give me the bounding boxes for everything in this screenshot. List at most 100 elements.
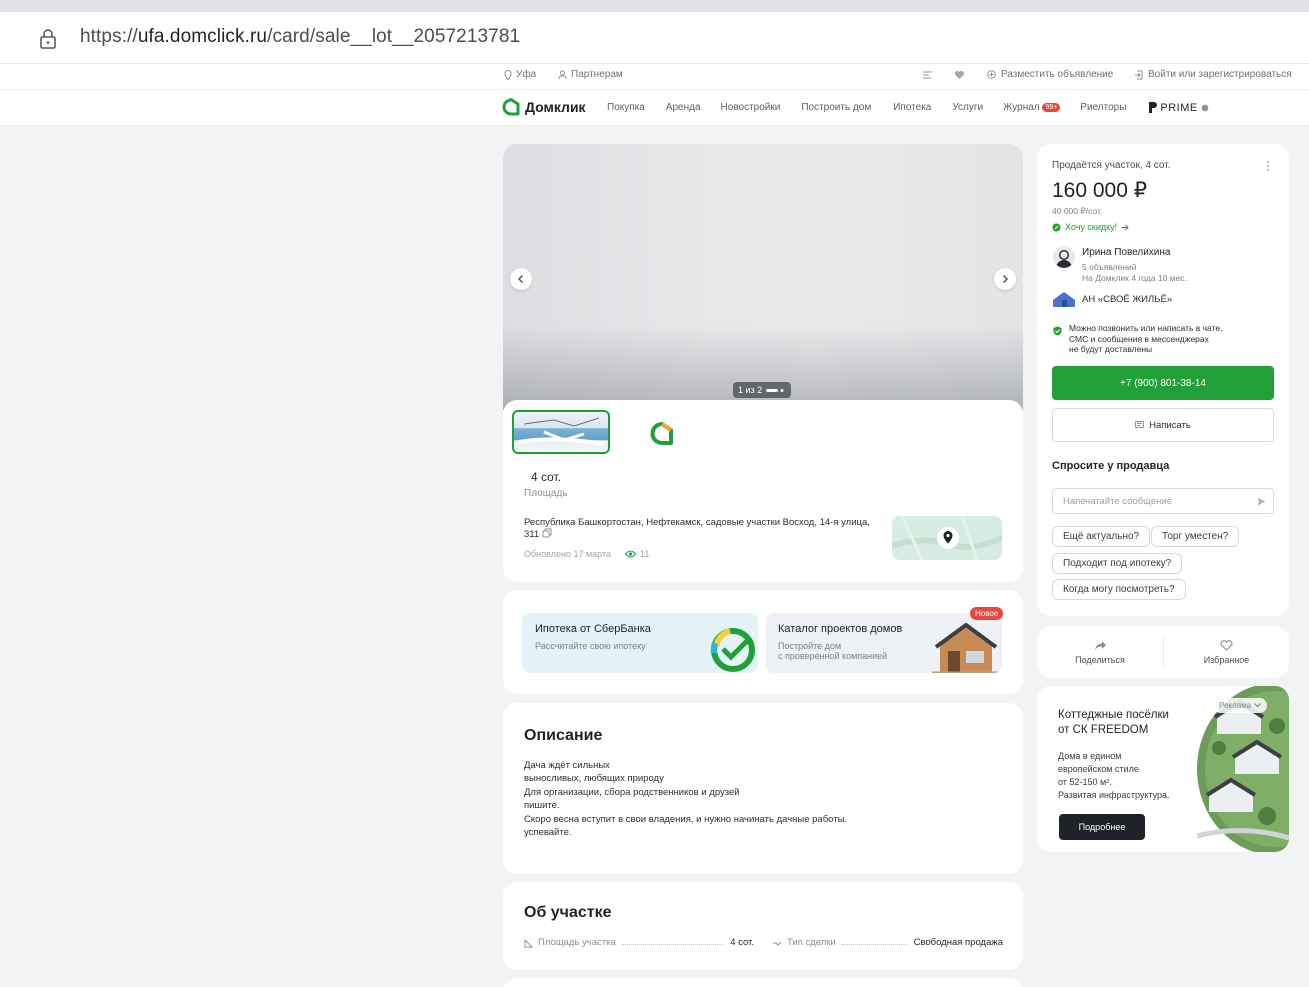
photo-gallery[interactable]: 1 из 2 xyxy=(503,144,1023,410)
ad-text: Дома в едином европейском стиле от 52-15… xyxy=(1058,750,1170,802)
price: 160 000 ₽ xyxy=(1052,179,1148,202)
discount-label: Хочу скидку! xyxy=(1065,222,1118,232)
domclick-placeholder-icon xyxy=(650,422,673,445)
url-text[interactable]: https://ufa.domclick.ru/card/sale__lot__… xyxy=(80,26,520,48)
nav-item-services[interactable]: Услуги xyxy=(952,102,983,113)
seller-avatar[interactable] xyxy=(1053,246,1075,268)
arrow-right-icon xyxy=(1121,224,1129,230)
favorite-button[interactable]: Избранное xyxy=(1164,626,1289,678)
photo-thumbnail-1[interactable] xyxy=(512,410,610,454)
more-options-icon[interactable] xyxy=(1266,160,1270,172)
logo[interactable]: Домклик xyxy=(502,98,586,116)
nav-item-realtors[interactable]: Риелторы xyxy=(1080,102,1126,113)
nav-item-build-house[interactable]: Построить дом xyxy=(801,102,871,113)
mortgage-promo[interactable]: Ипотека от СберБанка Рассчитайте свою ип… xyxy=(522,613,758,673)
catalog-promo[interactable]: Каталог проектов домов Постройте дом с п… xyxy=(766,613,1002,673)
description-line: Для организации, сбора родственников и д… xyxy=(524,786,740,798)
call-button[interactable]: +7 (900) 801-38-14 xyxy=(1052,366,1274,400)
copy-icon[interactable] xyxy=(542,528,552,538)
send-icon[interactable] xyxy=(1257,497,1266,506)
share-button[interactable]: Поделиться xyxy=(1037,626,1163,678)
photo-thumbnail-2[interactable] xyxy=(649,421,675,447)
catalog-promo-subtitle-2: с проверенной компанией xyxy=(778,651,888,661)
login-icon xyxy=(1135,70,1143,79)
views-count: 11 xyxy=(639,549,650,559)
promo-card: Ипотека от СберБанка Рассчитайте свою ип… xyxy=(503,590,1023,694)
favorites-header-icon[interactable] xyxy=(954,70,965,80)
chevron-left-icon xyxy=(517,274,524,284)
url-scheme: https:// xyxy=(80,26,138,47)
main-nav: Покупка Аренда Новостройки Построить дом… xyxy=(607,101,1209,114)
plus-circle-icon xyxy=(987,70,996,79)
login-link[interactable]: Войти или зарегистрироваться xyxy=(1134,69,1292,80)
listing-meta: Обновлено 17 марта 11 xyxy=(524,549,649,559)
nav-item-purchase[interactable]: Покупка xyxy=(607,102,645,113)
plot-title: Об участке xyxy=(524,904,612,921)
discount-link[interactable]: Хочу скидку! xyxy=(1052,222,1129,232)
site-header: Уфа Партнерам Разместить объявление Войт… xyxy=(0,64,1309,126)
partners-label: Партнерам xyxy=(571,69,623,80)
seller-name[interactable]: Ирина Повелихина xyxy=(1082,247,1170,258)
description-text: Дача ждёт сильных выносливых, любящих пр… xyxy=(524,759,847,839)
plot-area-label: Площадь участка xyxy=(538,937,616,948)
prime-label: PRIME xyxy=(1160,101,1198,114)
ad-label-text: Реклама xyxy=(1219,701,1252,710)
chat-icon xyxy=(1135,421,1145,428)
nav-item-mortgage[interactable]: Ипотека xyxy=(893,102,931,113)
address-bar[interactable]: https://ufa.domclick.ru/card/sale__lot__… xyxy=(0,12,1309,64)
description-line: пишите. xyxy=(524,800,560,812)
journal-badge: 99+ xyxy=(1042,102,1061,112)
quick-question-chip[interactable]: Когда могу посмотреть? xyxy=(1052,579,1186,600)
ad-label[interactable]: Реклама xyxy=(1213,698,1268,713)
info-dot-icon xyxy=(1201,104,1209,111)
write-button[interactable]: Написать xyxy=(1052,408,1274,442)
compare-icon[interactable] xyxy=(922,70,933,80)
area-label: Площадь xyxy=(524,488,568,499)
plot-deal-row: Тип сделки Свободная продажа xyxy=(772,937,1003,948)
quick-question-chip[interactable]: Ещё актуально? xyxy=(1052,526,1151,547)
ad-title: Коттеджные посёлки от СК FREEDOM xyxy=(1058,708,1169,738)
sber-logo-icon xyxy=(710,627,756,673)
nav-item-journal[interactable]: Журнал 99+ xyxy=(1003,102,1061,113)
chevron-down-icon xyxy=(1254,703,1261,708)
message-input-placeholder: Напечатайте сообщение xyxy=(1063,496,1172,507)
message-input[interactable]: Напечатайте сообщение xyxy=(1052,488,1274,514)
ad-more-button[interactable]: Подробнее xyxy=(1059,814,1145,840)
prime-link[interactable]: PRIME xyxy=(1148,101,1209,114)
gallery-next-button[interactable] xyxy=(994,268,1016,290)
url-domain: ufa.domclick.ru xyxy=(137,26,268,47)
quick-question-chip[interactable]: Торг уместен? xyxy=(1151,526,1240,547)
person-icon xyxy=(558,70,567,79)
login-label: Войти или зарегистрироваться xyxy=(1148,69,1292,80)
plot-deal-value: Свободная продажа xyxy=(913,937,1003,948)
quick-question-chip[interactable]: Подходит под ипотеку? xyxy=(1052,553,1183,574)
ad-title-line: от СК FREEDOM xyxy=(1058,724,1149,736)
mortgage-promo-subtitle: Рассчитайте свою ипотеку xyxy=(535,641,646,651)
contact-notice: Можно позвонить или написать в чате, СМС… xyxy=(1069,323,1222,355)
domclick-logo-icon xyxy=(502,98,520,116)
write-button-label: Написать xyxy=(1149,419,1191,431)
city-label: Уфа xyxy=(516,69,537,80)
ad-card[interactable]: Реклама Коттеджные посёлки от СК FREEDOM… xyxy=(1037,686,1289,852)
thumbnail-picture xyxy=(518,417,605,446)
city-selector[interactable]: Уфа xyxy=(504,69,536,80)
url-path: /card/sale__lot__2057213781 xyxy=(267,26,521,47)
description-title: Описание xyxy=(524,727,603,744)
agency-name[interactable]: АН «СВОЁ ЖИЛЬЁ» xyxy=(1082,294,1172,305)
nav-item-new-buildings[interactable]: Новостройки xyxy=(721,102,781,113)
post-ad-link[interactable]: Разместить объявление xyxy=(987,69,1113,80)
ad-title-line: Коттеджные посёлки xyxy=(1058,709,1169,721)
nav-item-rent[interactable]: Аренда xyxy=(666,102,701,113)
address-text: Республика Башкортостан, Нефтекамск, сад… xyxy=(524,517,870,540)
description-line: выносливых, любящих природу xyxy=(524,773,664,785)
contact-notice-line: СМС и сообщения в мессенджерах xyxy=(1069,333,1209,344)
listing-info-card: 4 сот. Площадь Республика Башкортостан, … xyxy=(503,400,1023,582)
mini-map[interactable] xyxy=(892,516,1002,560)
new-badge: Новое xyxy=(970,607,1004,620)
partners-link[interactable]: Партнерам xyxy=(558,69,623,80)
browser-tab-strip xyxy=(0,0,1309,12)
seller-ads-count: 5 объявлений xyxy=(1082,262,1137,272)
gallery-prev-button[interactable] xyxy=(510,268,532,290)
prime-logo-icon xyxy=(1149,102,1158,113)
location-icon xyxy=(504,69,512,80)
